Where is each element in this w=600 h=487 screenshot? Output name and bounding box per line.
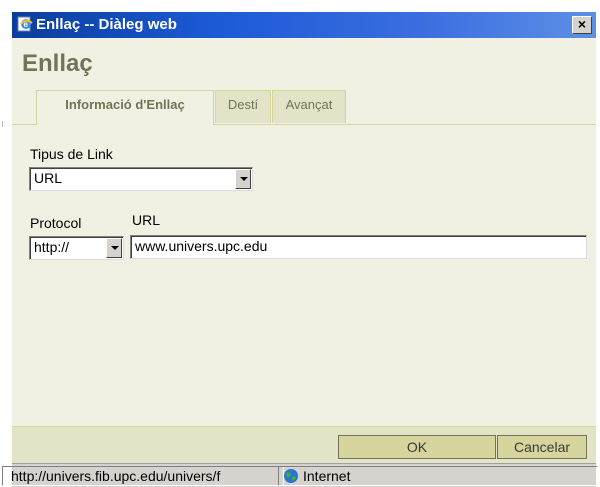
background-left-edge	[0, 0, 12, 486]
status-zone: Internet	[278, 466, 598, 486]
status-url: http://univers.fib.upc.edu/univers/f	[2, 466, 284, 486]
url-label: URL	[132, 212, 161, 228]
zone-label: Internet	[303, 468, 351, 484]
url-input[interactable]: www.univers.upc.edu	[130, 235, 587, 259]
protocol-label: Protocol	[30, 215, 82, 231]
cancel-button[interactable]: Cancelar	[497, 435, 587, 459]
status-bar: http://univers.fib.upc.edu/univers/f Int…	[2, 463, 598, 487]
dialog-window: e Enllaç -- Diàleg web × Enllaç Informac…	[2, 12, 598, 487]
chevron-down-icon[interactable]	[235, 169, 251, 189]
title-bar[interactable]: e Enllaç -- Diàleg web ×	[12, 12, 596, 38]
link-type-value: URL	[34, 170, 63, 186]
globe-icon	[283, 468, 299, 484]
tab-link-info[interactable]: Informació d'Enllaç	[36, 90, 214, 125]
url-value: www.univers.upc.edu	[135, 238, 268, 254]
chevron-down-icon[interactable]	[106, 238, 122, 258]
protocol-value: http://	[34, 239, 70, 255]
dialog-body: Enllaç Informació d'Enllaç Destí Avançat…	[12, 38, 596, 427]
dialog-footer: OK Cancelar	[12, 426, 596, 463]
window-title: Enllaç -- Diàleg web	[36, 16, 177, 33]
tab-panel: Tipus de Link URL Protocol URL http:// w…	[12, 124, 596, 427]
link-type-label: Tipus de Link	[30, 146, 113, 162]
ie-page-icon: e	[17, 16, 33, 32]
tab-advanced[interactable]: Avançat	[272, 90, 346, 123]
close-button[interactable]: ×	[572, 16, 592, 34]
svg-text:e: e	[24, 20, 29, 29]
dialog-heading: Enllaç	[22, 50, 93, 77]
background-tick	[2, 121, 8, 127]
background-top-edge	[12, 0, 600, 12]
ok-button[interactable]: OK	[338, 435, 496, 459]
protocol-select[interactable]: http://	[29, 236, 124, 260]
tab-target[interactable]: Destí	[215, 90, 271, 123]
link-type-select[interactable]: URL	[29, 167, 253, 191]
